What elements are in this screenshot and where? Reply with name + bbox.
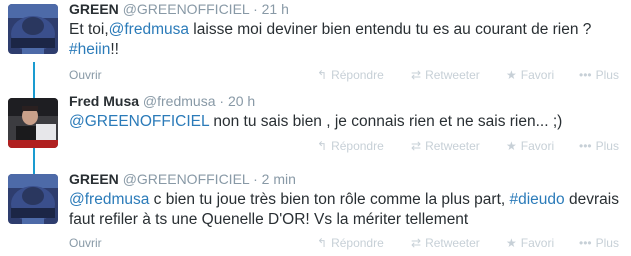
retweet-label: Retweeter: [425, 139, 480, 153]
text-segment: laisse moi deviner bien entendu tu es au…: [189, 21, 592, 38]
tweet[interactable]: GREEN @GREENOFFICIEL · 21 h Et toi,@fred…: [0, 0, 631, 84]
username[interactable]: @fredmusa: [143, 93, 216, 109]
reply-button[interactable]: ↰ Répondre: [317, 236, 384, 250]
star-icon: ★: [506, 139, 517, 153]
open-link[interactable]: Ouvrir: [69, 68, 102, 82]
tweet-actions: Ouvrir ↰ Répondre ⇄ Retweeter ★ Favori ••• P…: [69, 68, 625, 86]
timestamp[interactable]: 20 h: [228, 93, 255, 109]
fullname[interactable]: GREEN: [69, 171, 119, 187]
more-label: Plus: [595, 139, 619, 153]
open-link[interactable]: Ouvrir: [69, 236, 102, 250]
fullname[interactable]: Fred Musa: [69, 93, 139, 109]
tweet-header: Fred Musa @fredmusa · 20 h: [69, 92, 625, 110]
tweet-header: GREEN @GREENOFFICIEL · 2 min: [69, 170, 625, 188]
retweet-button[interactable]: ⇄ Retweeter: [411, 68, 480, 82]
tweet-header: GREEN @GREENOFFICIEL · 21 h: [69, 0, 625, 18]
retweet-label: Retweeter: [425, 68, 480, 82]
reply-icon: ↰: [317, 68, 328, 82]
separator: ·: [253, 1, 258, 17]
more-button[interactable]: ••• Plus: [579, 139, 619, 153]
more-dots-icon: •••: [579, 139, 592, 153]
mention-link[interactable]: @GREENOFFICIEL: [69, 113, 209, 130]
retweet-icon: ⇄: [411, 139, 422, 153]
more-button[interactable]: ••• Plus: [579, 68, 619, 82]
separator: ·: [219, 93, 225, 109]
star-icon: ★: [506, 68, 517, 82]
retweet-label: Retweeter: [425, 236, 480, 250]
favorite-label: Favori: [520, 139, 555, 153]
avatar[interactable]: [8, 4, 58, 54]
favorite-button[interactable]: ★ Favori: [506, 236, 554, 250]
tweet-actions: Ouvrir ↰ Répondre ⇄ Retweeter ★ Favori ••• P…: [69, 236, 625, 254]
star-icon: ★: [506, 236, 517, 250]
reply-icon: ↰: [317, 139, 328, 153]
avatar[interactable]: [8, 98, 58, 148]
username[interactable]: @GREENOFFICIEL: [123, 1, 250, 17]
text-segment: c bien tu joue très bien ton rôle comme …: [149, 191, 510, 208]
retweet-icon: ⇄: [411, 236, 422, 250]
hashtag-link[interactable]: #heiin: [69, 41, 110, 58]
more-label: Plus: [595, 236, 619, 250]
tweet-text: @fredmusa c bien tu joue très bien ton r…: [69, 190, 625, 230]
tweet[interactable]: Fred Musa @fredmusa · 20 h @GREENOFFICIE…: [0, 92, 631, 176]
fred-avatar-image: [8, 98, 58, 148]
reply-icon: ↰: [317, 236, 328, 250]
fullname[interactable]: GREEN: [69, 1, 119, 17]
retweet-icon: ⇄: [411, 68, 422, 82]
text-segment: Et toi,: [69, 21, 109, 38]
reply-label: Répondre: [331, 236, 384, 250]
avatar[interactable]: [8, 174, 58, 224]
reply-label: Répondre: [331, 68, 384, 82]
separator: ·: [253, 171, 258, 187]
more-dots-icon: •••: [579, 236, 592, 250]
tweet-text: Et toi,@fredmusa laisse moi deviner bien…: [69, 20, 625, 60]
retweet-button[interactable]: ⇄ Retweeter: [411, 139, 480, 153]
username[interactable]: @GREENOFFICIEL: [123, 171, 250, 187]
retweet-button[interactable]: ⇄ Retweeter: [411, 236, 480, 250]
favorite-button[interactable]: ★ Favori: [506, 139, 554, 153]
tweet[interactable]: GREEN @GREENOFFICIEL · 2 min @fredmusa c…: [0, 170, 631, 254]
mention-link[interactable]: @fredmusa: [69, 191, 149, 208]
reply-label: Répondre: [331, 139, 384, 153]
timestamp[interactable]: 2 min: [262, 171, 296, 187]
more-label: Plus: [595, 68, 619, 82]
reply-button[interactable]: ↰ Répondre: [317, 139, 384, 153]
mention-link[interactable]: @fredmusa: [109, 21, 189, 38]
more-dots-icon: •••: [579, 68, 592, 82]
more-button[interactable]: ••• Plus: [579, 236, 619, 250]
green-avatar-image: [8, 174, 58, 224]
favorite-button[interactable]: ★ Favori: [506, 68, 554, 82]
favorite-label: Favori: [520, 68, 555, 82]
tweet-actions: ↰ Répondre ⇄ Retweeter ★ Favori ••• Plus: [69, 139, 625, 157]
text-segment: !!: [110, 41, 119, 58]
hashtag-link[interactable]: #dieudo: [510, 191, 565, 208]
text-segment: non tu sais bien , je connais rien et ne…: [209, 113, 563, 130]
timestamp[interactable]: 21 h: [262, 1, 289, 17]
green-avatar-image: [8, 4, 58, 54]
tweet-text: @GREENOFFICIEL non tu sais bien , je con…: [69, 112, 625, 132]
reply-button[interactable]: ↰ Répondre: [317, 68, 384, 82]
favorite-label: Favori: [520, 236, 555, 250]
